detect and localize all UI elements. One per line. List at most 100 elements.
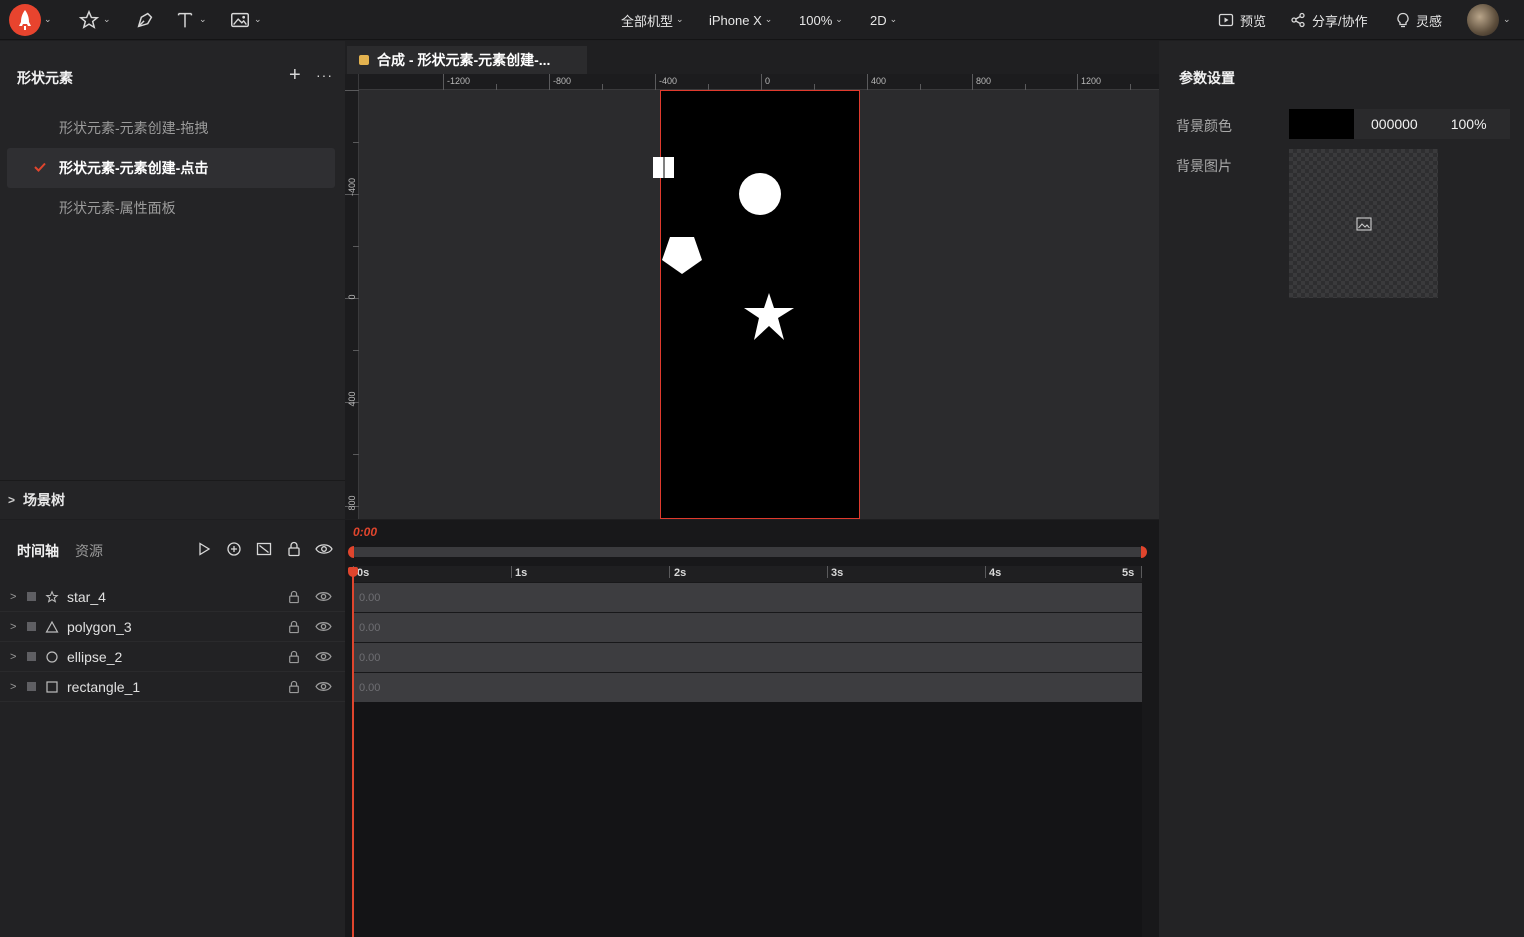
- eye-icon[interactable]: [315, 620, 332, 633]
- color-swatch[interactable]: [1289, 109, 1354, 139]
- ruler-label: -800: [553, 76, 572, 86]
- lock-icon[interactable]: [288, 680, 300, 694]
- chevron-down-icon: ⌄: [44, 13, 52, 24]
- list-item-label: 形状元素-元素创建-拖拽: [59, 120, 209, 136]
- layer-name: rectangle_1: [67, 678, 141, 695]
- list-item-active[interactable]: 形状元素-元素创建-点击: [7, 148, 335, 188]
- horizontal-ruler: -1200 -800 -400 0 400 800 1200: [359, 74, 1159, 90]
- timeline-empty-area: [353, 702, 1142, 937]
- chevron-down-icon: ⌄: [254, 13, 262, 24]
- preview-button[interactable]: 预览: [1218, 0, 1266, 40]
- scene-tree-label: 场景树: [23, 491, 66, 508]
- vertical-ruler: -400 0 400 800: [345, 74, 359, 519]
- chevron-down-icon: ⌄: [103, 13, 111, 24]
- lock-icon[interactable]: [288, 650, 300, 664]
- image-tool-button[interactable]: ⌄: [229, 0, 262, 40]
- share-icon: [1291, 12, 1305, 28]
- time-label: 4s: [989, 567, 1002, 579]
- lock-icon[interactable]: [288, 590, 300, 604]
- chevron-down-icon: ⌄: [676, 13, 684, 24]
- list-item[interactable]: 形状元素-属性面板: [7, 188, 335, 228]
- pen-icon: [137, 12, 153, 28]
- track-value: 0.00: [359, 651, 381, 664]
- ruler-label: -1200: [447, 76, 471, 86]
- layer-name: ellipse_2: [67, 648, 123, 665]
- text-icon: [177, 12, 193, 28]
- tab-timeline[interactable]: 时间轴: [17, 541, 59, 561]
- document-tabbar: 合成 - 形状元素-元素创建-...: [345, 41, 1159, 74]
- shape-tool-button[interactable]: ⌄: [78, 0, 111, 40]
- lock-icon[interactable]: [288, 620, 300, 634]
- ruler-label: -400: [659, 76, 678, 86]
- add-keyframe-icon[interactable]: [226, 541, 242, 557]
- app-logo-menu[interactable]: ⌄: [9, 0, 52, 40]
- composition-icon: [359, 55, 369, 65]
- bg-image-upload[interactable]: [1289, 149, 1438, 298]
- zoom-select[interactable]: 100% ⌄: [799, 0, 843, 40]
- curve-editor-icon[interactable]: [256, 541, 272, 557]
- playhead-handle[interactable]: [348, 567, 358, 577]
- pen-tool-button[interactable]: [134, 0, 156, 40]
- playhead-line[interactable]: [352, 567, 354, 937]
- time-ruler: [352, 566, 1142, 582]
- mode-select[interactable]: 2D ⌄: [870, 0, 897, 40]
- range-start-handle[interactable]: [348, 546, 354, 558]
- share-button[interactable]: 分享/协作: [1290, 0, 1368, 40]
- current-time: 0:00: [353, 525, 378, 539]
- zoom-label: 100%: [799, 12, 833, 28]
- bg-color-field[interactable]: 000000 100%: [1289, 109, 1510, 139]
- tab-assets[interactable]: 资源: [75, 541, 103, 561]
- timeline-range-bar[interactable]: [350, 547, 1145, 557]
- add-icon[interactable]: +: [289, 65, 301, 85]
- track-bar[interactable]: 0.00: [353, 583, 1142, 612]
- lock-icon[interactable]: [287, 541, 301, 557]
- bg-color-opacity[interactable]: 100%: [1451, 116, 1487, 132]
- track-bar[interactable]: 0.00: [353, 643, 1142, 672]
- canvas-shapes: [653, 157, 794, 340]
- square-icon: [46, 680, 58, 693]
- list-item[interactable]: 形状元素-元素创建-拖拽: [7, 108, 335, 148]
- eye-icon[interactable]: [315, 680, 332, 693]
- bg-color-hex[interactable]: 000000: [1371, 116, 1418, 132]
- text-tool-button[interactable]: ⌄: [174, 0, 207, 40]
- layer-color-swatch: [27, 592, 36, 601]
- user-menu[interactable]: ⌄: [1467, 0, 1511, 40]
- layer-row[interactable]: > polygon_3: [0, 612, 345, 642]
- layer-row[interactable]: > star_4: [0, 582, 345, 612]
- ruler-label: 400: [871, 76, 887, 86]
- layer-row[interactable]: > ellipse_2: [0, 642, 345, 672]
- circle-icon: [46, 650, 58, 663]
- inspiration-button[interactable]: 灵感: [1396, 0, 1442, 40]
- play-icon[interactable]: [196, 541, 212, 557]
- eye-icon[interactable]: [315, 650, 332, 663]
- inspiration-label: 灵感: [1416, 13, 1443, 29]
- device-select[interactable]: iPhone X ⌄: [709, 0, 772, 40]
- track-bar[interactable]: 0.00: [353, 613, 1142, 642]
- chevron-right-icon: >: [10, 680, 17, 693]
- layer-color-swatch: [27, 682, 36, 691]
- layer-color-swatch: [27, 622, 36, 631]
- time-label: 0s: [357, 567, 370, 579]
- polygon-shape[interactable]: [662, 237, 702, 274]
- ruler-label: 800: [347, 495, 357, 511]
- document-tab[interactable]: 合成 - 形状元素-元素创建-...: [347, 46, 587, 74]
- chevron-right-icon: >: [10, 590, 17, 603]
- scene-tree-toggle[interactable]: > 场景树: [0, 480, 345, 518]
- star-shape[interactable]: [744, 293, 794, 340]
- ellipse-shape[interactable]: [739, 173, 781, 215]
- more-icon[interactable]: ···: [316, 67, 333, 83]
- eye-icon[interactable]: [315, 590, 332, 603]
- eye-icon[interactable]: [315, 542, 333, 556]
- chevron-down-icon: ⌄: [199, 13, 207, 24]
- top-toolbar: ⌄ ⌄ ⌄ ⌄ 全部机型 ⌄ iPhone X ⌄ 100% ⌄ 2D ⌄ 预览…: [0, 0, 1524, 40]
- ruler-label: -400: [347, 178, 357, 197]
- device-group-select[interactable]: 全部机型 ⌄: [621, 0, 684, 40]
- layer-row[interactable]: > rectangle_1: [0, 672, 345, 702]
- ruler-label: 800: [976, 76, 992, 86]
- track-bar[interactable]: 0.00: [353, 673, 1142, 702]
- image-icon: [231, 12, 249, 28]
- track-value: 0.00: [359, 681, 381, 694]
- bg-color-label: 背景颜色: [1176, 118, 1232, 134]
- triangle-icon: [45, 620, 59, 633]
- time-label: 2s: [674, 567, 687, 579]
